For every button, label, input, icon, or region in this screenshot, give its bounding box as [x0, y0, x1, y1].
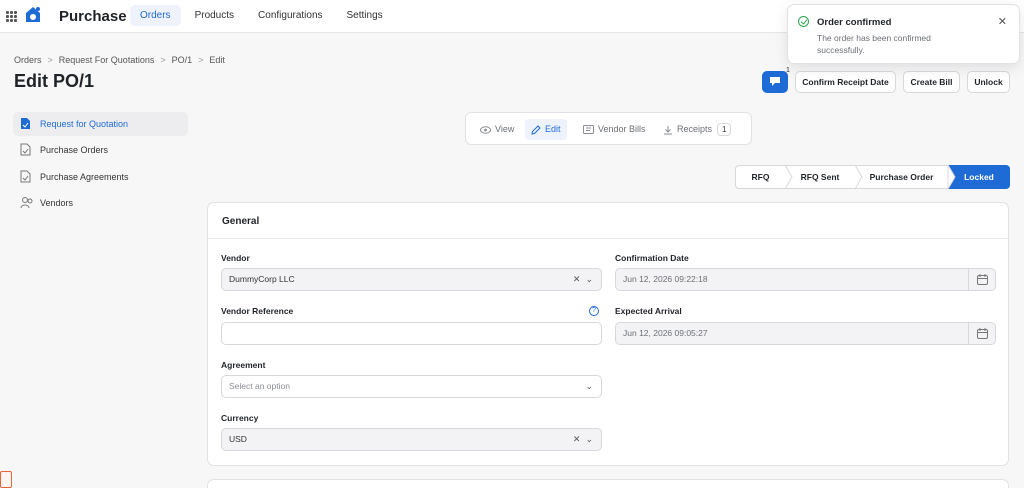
divider	[208, 238, 1008, 239]
create-bill-button[interactable]: Create Bill	[903, 71, 960, 93]
breadcrumb: Orders > Request For Quotations > PO/1 >…	[14, 55, 225, 65]
currency-select[interactable]: USD ✕ ⌄	[221, 428, 602, 451]
receipts-count-badge: 1	[717, 123, 732, 136]
sidebar-item-label: Purchase Agreements	[40, 172, 129, 182]
calendar-icon[interactable]	[968, 269, 995, 290]
sidebar-item-label: Purchase Orders	[40, 145, 109, 155]
document-icon	[21, 118, 30, 129]
apps-grid-icon[interactable]	[6, 11, 17, 22]
breadcrumb-edit: Edit	[209, 55, 225, 65]
top-nav: Orders Products Configurations Settings	[130, 5, 393, 26]
page-title: Edit PO/1	[14, 71, 95, 91]
calendar-icon[interactable]	[968, 323, 995, 344]
breadcrumb-rfq[interactable]: Request For Quotations	[59, 55, 155, 65]
stepper-arrows	[784, 165, 956, 189]
agreement-label: Agreement	[221, 360, 266, 370]
currency-value: USD	[229, 434, 247, 444]
sidebar-item-purchase-agreements[interactable]: Purchase Agreements	[13, 165, 188, 189]
vendor-reference-input[interactable]	[221, 322, 602, 345]
sidebar-item-vendors[interactable]: Vendors	[13, 191, 188, 215]
chevron-right-icon: >	[47, 55, 53, 65]
nav-settings[interactable]: Settings	[337, 5, 393, 26]
breadcrumb-po[interactable]: PO/1	[172, 55, 193, 65]
breadcrumb-orders[interactable]: Orders	[14, 55, 42, 65]
bill-icon	[583, 125, 594, 135]
confirmation-date-label: Confirmation Date	[615, 253, 689, 263]
agreement-select[interactable]: Select an option ⌄	[221, 375, 602, 398]
vendor-label: Vendor	[221, 253, 250, 263]
view-tabs: View Edit Vendor Bills Receipts 1	[465, 112, 752, 145]
app-title: Purchase	[59, 8, 127, 25]
nav-orders[interactable]: Orders	[130, 5, 181, 26]
help-icon[interactable]: ?	[589, 306, 599, 316]
clear-chevron-icons[interactable]: ✕ ⌄	[573, 429, 593, 450]
vendor-value: DummyCorp LLC	[229, 274, 295, 284]
tab-vendor-bills-label: Vendor Bills	[598, 124, 646, 134]
toast-title: Order confirmed	[817, 17, 892, 28]
logo-icon	[26, 7, 40, 22]
section-title: General	[222, 216, 260, 227]
toast-message: The order has been confirmed successfull…	[817, 33, 931, 55]
sidebar-item-purchase-orders[interactable]: Purchase Orders	[13, 138, 188, 162]
chat-count-badge: 1	[786, 67, 790, 74]
vendor-reference-label: Vendor Reference	[221, 306, 294, 316]
vendor-select[interactable]: DummyCorp LLC ✕ ⌄	[221, 268, 602, 291]
users-icon	[20, 197, 33, 209]
expected-arrival-input[interactable]: Jun 12, 2026 09:05:27	[615, 322, 996, 345]
close-icon[interactable]: ✕	[998, 15, 1007, 28]
eye-icon	[480, 125, 491, 134]
nav-products[interactable]: Products	[185, 5, 244, 26]
chat-button[interactable]	[762, 71, 788, 93]
pencil-icon	[531, 124, 541, 135]
confirmation-date-input[interactable]: Jun 12, 2026 09:22:18	[615, 268, 996, 291]
expected-arrival-value: Jun 12, 2026 09:05:27	[623, 328, 708, 338]
toast-notification: Order confirmed The order has been confi…	[787, 4, 1020, 64]
download-icon	[664, 125, 672, 135]
expected-arrival-label: Expected Arrival	[615, 306, 682, 316]
tab-edit[interactable]: Edit	[525, 119, 567, 140]
unlock-button[interactable]: Unlock	[967, 71, 1010, 93]
sidebar-item-label: Request for Quotation	[40, 119, 129, 129]
tab-view[interactable]: View	[474, 119, 520, 140]
confirm-receipt-date-button[interactable]: Confirm Receipt Date	[795, 71, 896, 93]
currency-label: Currency	[221, 413, 259, 423]
confirmation-date-value: Jun 12, 2026 09:22:18	[623, 274, 708, 284]
tab-receipts[interactable]: Receipts 1	[657, 119, 737, 140]
tab-edit-label: Edit	[545, 124, 561, 134]
file-check-icon	[20, 143, 31, 156]
sidebar-item-label: Vendors	[40, 198, 74, 208]
debug-icon[interactable]	[0, 471, 12, 488]
nav-configurations[interactable]: Configurations	[248, 5, 332, 26]
file-check-icon	[20, 170, 31, 183]
chat-icon	[770, 77, 780, 86]
tab-vendor-bills[interactable]: Vendor Bills	[577, 119, 652, 140]
check-circle-icon	[798, 16, 809, 27]
tab-receipts-label: Receipts	[677, 124, 713, 134]
agreement-placeholder: Select an option	[229, 381, 290, 391]
next-section	[207, 479, 1009, 488]
chevron-down-icon[interactable]: ⌄	[585, 376, 593, 397]
sidebar-item-request-for-quotation[interactable]: Request for Quotation	[13, 112, 188, 136]
tab-view-label: View	[495, 124, 515, 134]
clear-chevron-icons[interactable]: ✕ ⌄	[573, 269, 593, 290]
chevron-right-icon: >	[160, 55, 166, 65]
chevron-right-icon: >	[198, 55, 204, 65]
